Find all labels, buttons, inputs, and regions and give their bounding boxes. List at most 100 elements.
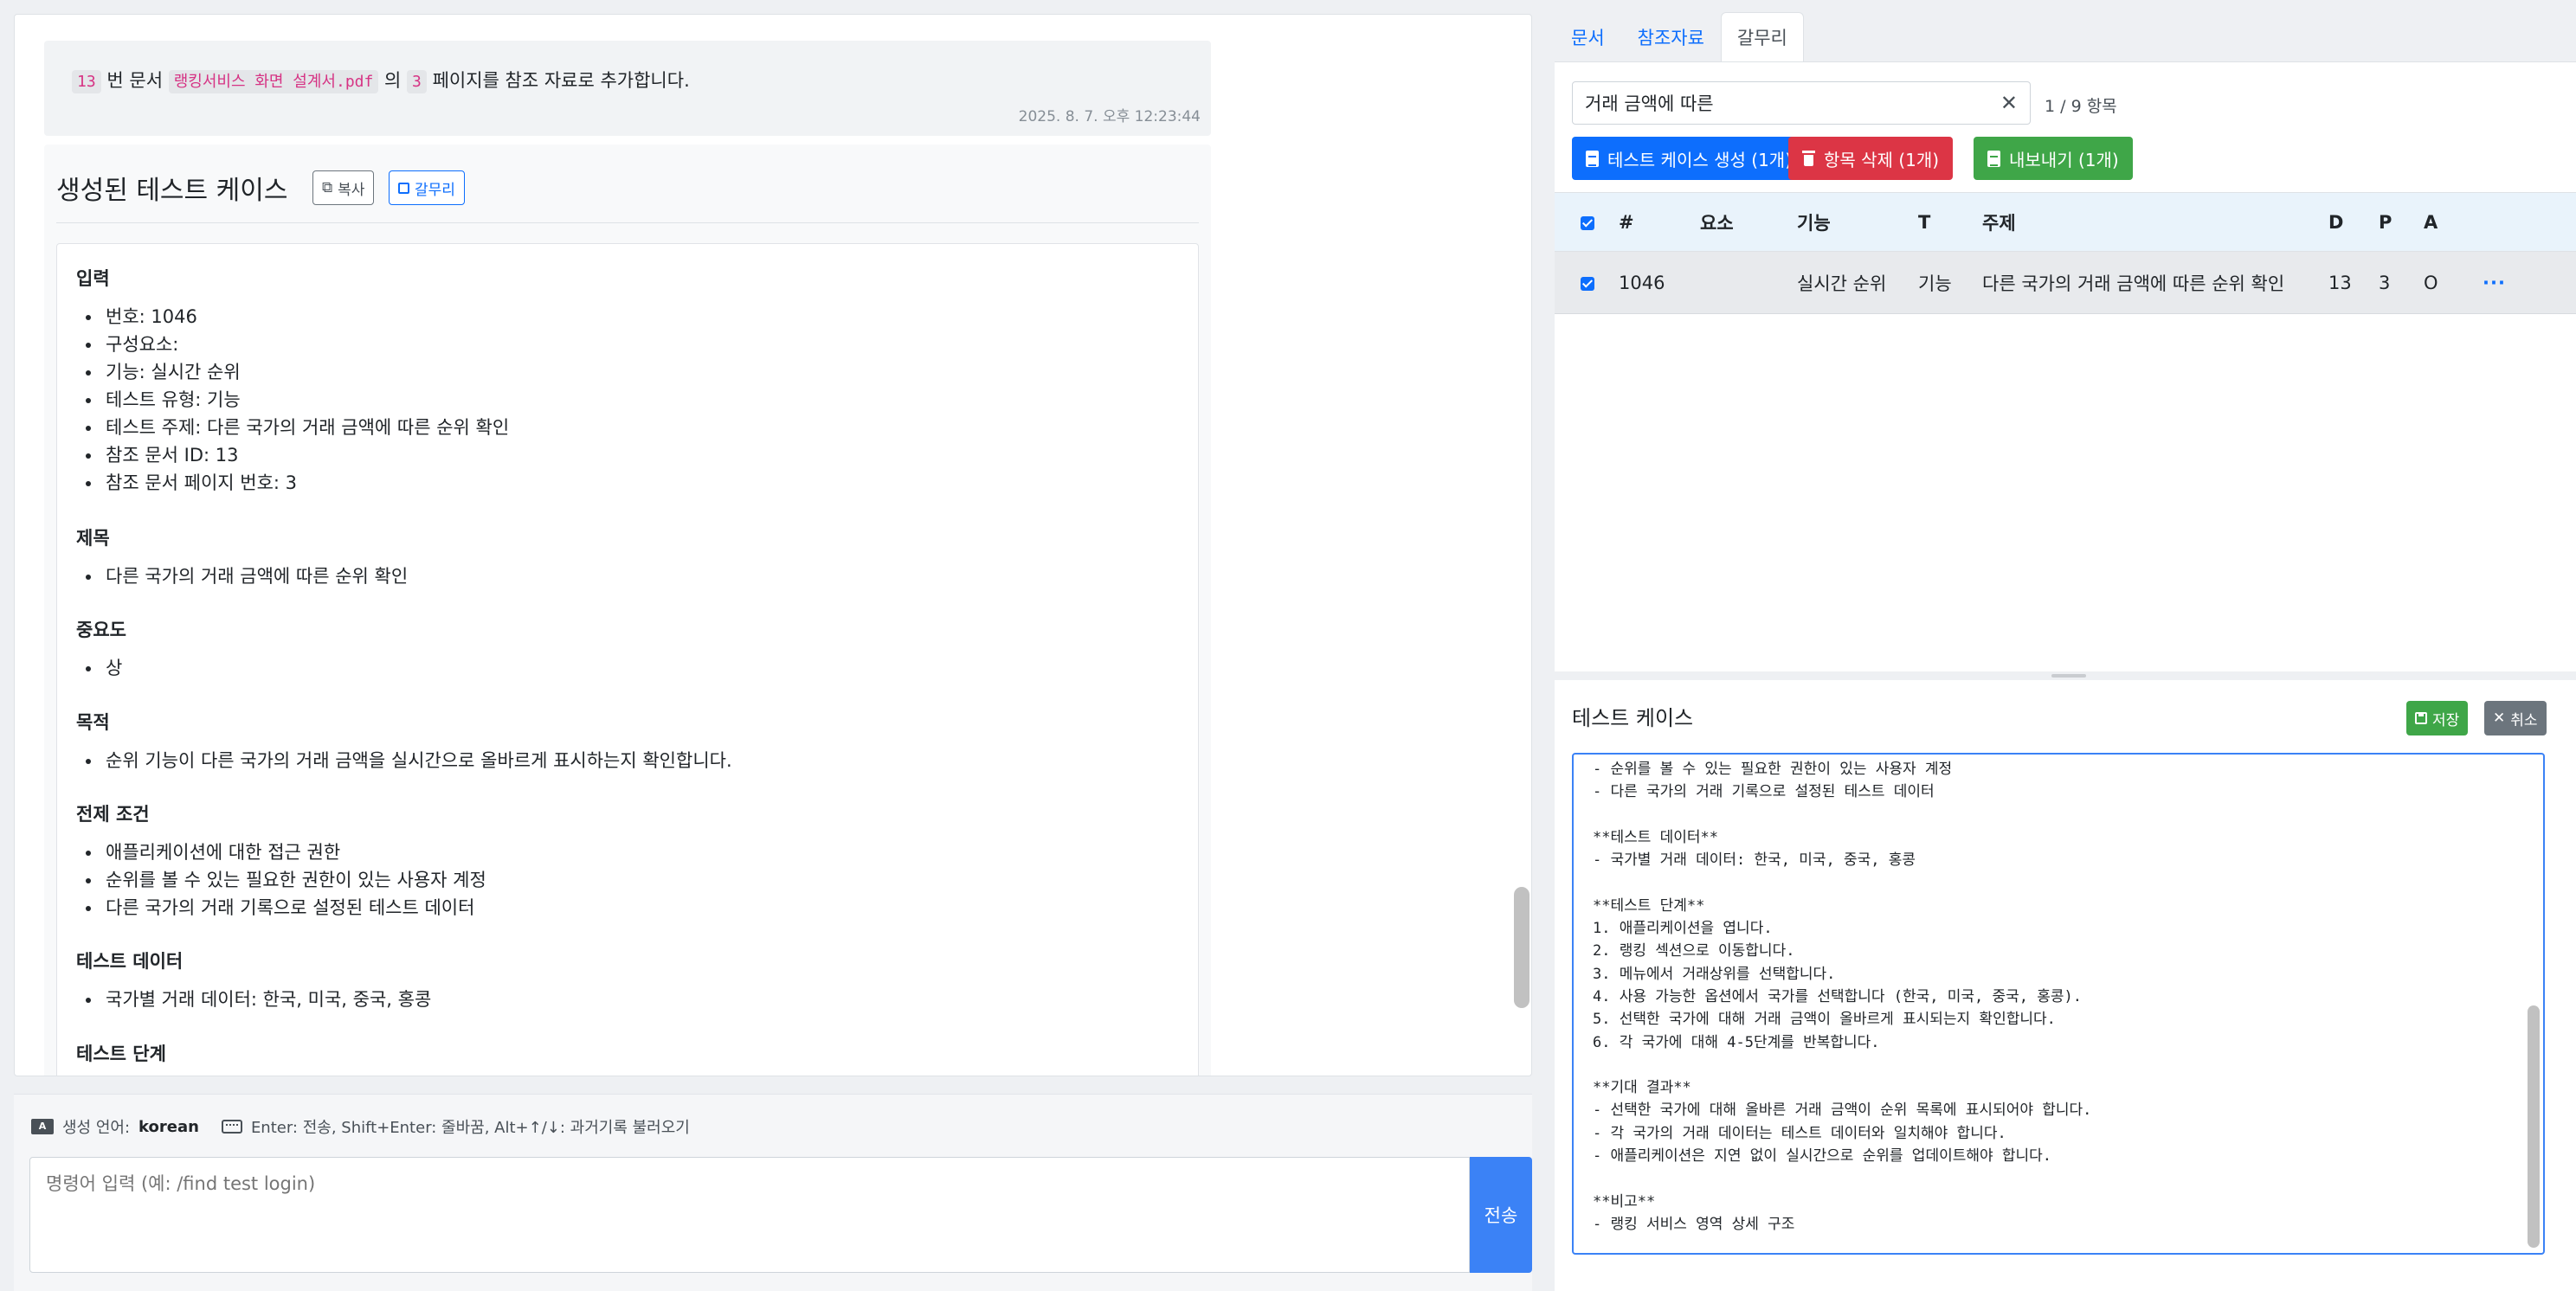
chat-scroll-area[interactable]: 13 번 문서 랭킹서비스 화면 설계서.pdf 의 3 페이지를 참조 자료로… (15, 15, 1497, 1076)
file-icon (1586, 150, 1599, 167)
send-button[interactable]: 전송 (1470, 1157, 1532, 1273)
search-input[interactable] (1585, 82, 1983, 124)
close-icon[interactable]: ✕ (2000, 91, 2018, 115)
export-button[interactable]: 내보내기 (1개) (1974, 137, 2133, 180)
column-header-type[interactable]: T (1918, 192, 1982, 252)
row-a: O (2424, 251, 2476, 314)
save-to-collection-button[interactable]: 갈무리 (389, 170, 465, 205)
language-label: 생성 언어: (62, 1119, 131, 1137)
file-name-chip: 랭킹서비스 화면 설계서.pdf (168, 70, 379, 93)
list-item: 참조 문서 페이지 번호: 3 (102, 469, 509, 497)
testcase-editor[interactable]: - 순위를 볼 수 있는 필요한 권한이 있는 사용자 계정 - 다른 국가의 … (1572, 753, 2545, 1255)
list-item: 순위를 볼 수 있는 필요한 권한이 있는 사용자 계정 (102, 866, 486, 894)
page-number-chip: 3 (407, 70, 427, 93)
testcase-editor-text[interactable]: - 순위를 볼 수 있는 필요한 권한이 있는 사용자 계정 - 다른 국가의 … (1574, 755, 2517, 1253)
section-heading-title: 제목 (76, 528, 110, 549)
section-list-title: 다른 국가의 거래 금액에 따른 순위 확인 (102, 562, 408, 590)
detail-title: 테스트 케이스 (1572, 706, 1694, 730)
copy-icon: ⧉ (322, 179, 333, 196)
list-item: 테스트 유형: 기능 (102, 386, 509, 414)
row-menu-button[interactable]: ··· (2476, 251, 2576, 314)
section-heading-input: 입력 (76, 268, 110, 289)
trash-icon (1802, 151, 1815, 166)
row-subject: 다른 국가의 거래 금액에 따른 순위 확인 (1982, 251, 2328, 314)
command-input[interactable] (29, 1157, 1470, 1273)
column-header-actions (2476, 192, 2576, 252)
section-heading-purpose: 목적 (76, 712, 110, 733)
row-id: 1046 (1619, 251, 1700, 314)
list-item: 애플리케이션에 대한 접근 권한 (102, 838, 486, 866)
list-item: 테스트 주제: 다른 국가의 거래 금액에 따른 순위 확인 (102, 414, 509, 441)
section-list-purpose: 순위 기능이 다른 국가의 거래 금액을 실시간으로 올바르게 표시하는지 확인… (102, 747, 732, 774)
section-heading-test-steps: 테스트 단계 (76, 1044, 166, 1064)
column-header-subject[interactable]: 주제 (1982, 192, 2328, 252)
column-header-a[interactable]: A (2424, 192, 2476, 252)
copy-button[interactable]: ⧉ 복사 (312, 170, 375, 205)
language-icon: A (31, 1119, 54, 1134)
section-heading-test-data: 테스트 데이터 (76, 951, 184, 972)
cancel-button[interactable]: ✕ 취소 (2484, 701, 2547, 735)
section-heading-priority: 중요도 (76, 620, 126, 640)
list-item: 다른 국가의 거래 기록으로 설정된 테스트 데이터 (102, 894, 486, 922)
editor-scrollbar[interactable] (2528, 1005, 2540, 1248)
testcase-detail-pane: 테스트 케이스 저장 ✕ 취소 - 순위를 볼 수 있는 필요한 권한이 있는 … (1555, 680, 2576, 1291)
tab-collection[interactable]: 갈무리 (1720, 12, 1804, 62)
list-item: 번호: 1046 (102, 303, 509, 331)
column-header-number[interactable]: # (1619, 192, 1700, 252)
reference-text-1: 번 문서 (106, 70, 164, 91)
right-panel: 문서 참조자료 갈무리 ✕ 1 / 9 항목 테스트 케이스 생성 (1개) 항… (1542, 0, 2576, 1291)
reference-message-text: 13 번 문서 랭킹서비스 화면 설계서.pdf 의 3 페이지를 참조 자료로… (72, 67, 690, 93)
command-bar: A 생성 언어: korean Enter: 전송, Shift+Enter: … (14, 1094, 1532, 1291)
command-info: A 생성 언어: korean Enter: 전송, Shift+Enter: … (31, 1115, 690, 1138)
save-to-collection-label: 갈무리 (415, 181, 455, 199)
testcase-table: # 요소 기능 T 주제 D P A 1046 실시간 순위 기능 다른 국가의… (1555, 192, 2576, 314)
select-all-checkbox[interactable] (1555, 192, 1619, 252)
list-item: 순위 기능이 다른 국가의 거래 금액을 실시간으로 올바르게 표시하는지 확인… (102, 747, 732, 774)
search-result-count: 1 / 9 항목 (2045, 97, 2117, 116)
copy-button-label: 복사 (338, 181, 365, 199)
floppy-disk-icon (398, 182, 409, 194)
list-item: 국가별 거래 데이터: 한국, 미국, 중국, 홍콩 (102, 986, 431, 1013)
keyboard-icon (221, 1120, 242, 1134)
file-export-icon (1987, 150, 2000, 167)
row-type: 기능 (1918, 251, 1982, 314)
testcase-message: 생성된 테스트 케이스 ⧉ 복사 갈무리 입력 번호: 1046 구성요소: 기… (44, 145, 1211, 1076)
column-header-d[interactable]: D (2328, 192, 2379, 252)
save-button[interactable]: 저장 (2406, 701, 2469, 735)
list-item: 구성요소: (102, 331, 509, 358)
column-header-element[interactable]: 요소 (1700, 192, 1797, 252)
tab-bar: 문서 참조자료 갈무리 (1555, 12, 1804, 62)
column-header-p[interactable]: P (2379, 192, 2424, 252)
row-checkbox[interactable] (1555, 251, 1619, 314)
language-value: korean (138, 1117, 199, 1136)
generate-testcase-label: 테스트 케이스 생성 (1개) (1607, 149, 1793, 170)
chat-panel: 13 번 문서 랭킹서비스 화면 설계서.pdf 의 3 페이지를 참조 자료로… (14, 14, 1532, 1076)
list-item: 기능: 실시간 순위 (102, 358, 509, 386)
collection-list-pane: ✕ 1 / 9 항목 테스트 케이스 생성 (1개) 항목 삭제 (1개) 내보… (1555, 61, 2576, 671)
table-row[interactable]: 1046 실시간 순위 기능 다른 국가의 거래 금액에 따른 순위 확인 13… (1555, 251, 2576, 314)
column-header-function[interactable]: 기능 (1797, 192, 1918, 252)
generate-testcase-button[interactable]: 테스트 케이스 생성 (1개) (1572, 137, 1806, 180)
testcase-message-title: 생성된 테스트 케이스 (56, 176, 288, 206)
testcase-content-card: 입력 번호: 1046 구성요소: 기능: 실시간 순위 테스트 유형: 기능 … (56, 243, 1199, 1076)
row-element (1700, 251, 1797, 314)
doc-number-chip: 13 (72, 70, 101, 93)
resize-handle[interactable] (1555, 671, 2576, 680)
message-timestamp: 2025. 8. 7. 오후 12:23:44 (1018, 108, 1201, 125)
list-item: 다른 국가의 거래 금액에 따른 순위 확인 (102, 562, 408, 590)
tab-documents[interactable]: 문서 (1555, 12, 1621, 62)
search-box: ✕ (1572, 81, 2031, 125)
row-d: 13 (2328, 251, 2379, 314)
chat-scrollbar[interactable] (1514, 887, 1530, 1008)
tab-references[interactable]: 참조자료 (1621, 12, 1721, 62)
section-list-preconditions: 애플리케이션에 대한 접근 권한 순위를 볼 수 있는 필요한 권한이 있는 사… (102, 838, 486, 922)
row-function: 실시간 순위 (1797, 251, 1918, 314)
delete-items-button[interactable]: 항목 삭제 (1개) (1788, 137, 1954, 180)
shortcut-hint: Enter: 전송, Shift+Enter: 줄바꿈, Alt+↑/↓: 과거… (250, 1119, 690, 1137)
reference-text-3: 페이지를 참조 자료로 추가합니다. (432, 70, 690, 91)
divider (56, 222, 1199, 223)
reference-added-message: 13 번 문서 랭킹서비스 화면 설계서.pdf 의 3 페이지를 참조 자료로… (44, 41, 1211, 136)
section-list-test-data: 국가별 거래 데이터: 한국, 미국, 중국, 홍콩 (102, 986, 431, 1013)
reference-text-2: 의 (384, 70, 402, 91)
cancel-button-label: 취소 (2510, 711, 2538, 729)
